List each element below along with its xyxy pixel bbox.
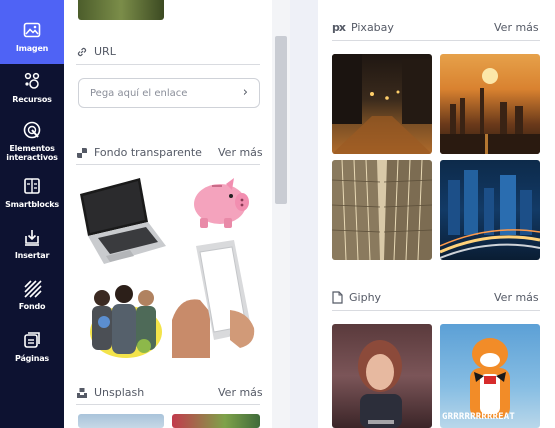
unsplash-image-1[interactable] bbox=[78, 414, 164, 428]
laptop-illustration bbox=[80, 178, 166, 264]
woman-gif-illustration bbox=[358, 340, 402, 428]
panel-scrollbar-thumb[interactable] bbox=[275, 36, 287, 204]
gif-caption: GRRRRRRRRREAT bbox=[442, 412, 516, 422]
street-night-illustration bbox=[332, 54, 432, 154]
smartblocks-icon bbox=[24, 178, 40, 194]
sidebar-item-label: Elementos interactivos bbox=[6, 144, 58, 162]
unsplash-icon bbox=[77, 387, 87, 398]
pixabay-see-more-link[interactable]: Ver más bbox=[494, 21, 539, 34]
unsplash-section-title: Unsplash bbox=[94, 386, 145, 399]
transparent-section-title: Fondo transparente bbox=[94, 146, 202, 159]
divider bbox=[76, 164, 260, 165]
giphy-section-header: Giphy bbox=[332, 291, 381, 304]
url-section-header: URL bbox=[76, 45, 116, 58]
sidebar-item-fondo[interactable]: Fondo bbox=[0, 278, 64, 311]
background-icon bbox=[24, 280, 42, 298]
divider bbox=[332, 310, 540, 311]
giphy-gif-tiger[interactable]: GRRRRRRRRREAT bbox=[440, 324, 540, 428]
panel-separator bbox=[290, 0, 318, 428]
laptop-image[interactable] bbox=[76, 172, 168, 268]
giphy-file-icon bbox=[332, 291, 343, 304]
phone-in-hand-image[interactable] bbox=[170, 240, 260, 360]
sidebar-item-imagen[interactable]: Imagen bbox=[0, 0, 64, 64]
shapes-icon bbox=[24, 72, 40, 89]
cursor-click-icon bbox=[23, 121, 41, 139]
people-illustration bbox=[90, 285, 162, 358]
sidebar-item-label: Insertar bbox=[14, 251, 50, 260]
pixabay-section-title: Pixabay bbox=[350, 21, 394, 34]
piggy-bank-image[interactable] bbox=[186, 174, 252, 232]
giphy-section-title: Giphy bbox=[349, 291, 382, 304]
phone-illustration bbox=[172, 240, 255, 358]
divider bbox=[76, 64, 260, 65]
url-section-title: URL bbox=[94, 45, 116, 58]
giphy-gif-woman[interactable] bbox=[332, 324, 432, 428]
url-input[interactable]: Pega aquí el enlace › bbox=[78, 78, 260, 108]
transparent-section-header: Fondo transparente bbox=[76, 146, 202, 159]
divider bbox=[332, 40, 540, 41]
pixabay-image-city-lights[interactable] bbox=[440, 160, 540, 260]
unsplash-section-header: Unsplash bbox=[76, 386, 144, 399]
sidebar-item-label: Imagen bbox=[15, 44, 49, 53]
pixabay-logo-icon: px bbox=[332, 21, 346, 34]
sidebar-item-elementos-interactivos[interactable]: Elementos interactivos bbox=[0, 120, 64, 162]
piggy-bank-illustration bbox=[194, 178, 249, 228]
sidebar-item-smartblocks[interactable]: Smartblocks bbox=[0, 176, 64, 209]
link-icon bbox=[77, 47, 87, 56]
transparent-bg-icon bbox=[77, 147, 87, 158]
image-icon bbox=[23, 22, 41, 38]
unsplash-see-more-link[interactable]: Ver más bbox=[218, 386, 263, 399]
divider bbox=[76, 404, 260, 405]
unsplash-image-2[interactable] bbox=[172, 414, 260, 428]
sidebar-item-recursos[interactable]: Recursos bbox=[0, 71, 64, 104]
left-sidebar: Imagen Recursos Elementos interactivos S… bbox=[0, 0, 64, 428]
sidebar-item-paginas[interactable]: Páginas bbox=[0, 330, 64, 363]
insert-icon bbox=[25, 230, 39, 246]
pixabay-section-header: px Pixabay bbox=[332, 21, 394, 34]
pages-icon bbox=[24, 332, 40, 348]
chevron-right-icon[interactable]: › bbox=[243, 85, 248, 100]
sidebar-item-label: Smartblocks bbox=[5, 200, 59, 209]
city-sunset-illustration bbox=[440, 68, 540, 154]
transparent-see-more-link[interactable]: Ver más bbox=[218, 146, 263, 159]
pixabay-image-city-sunset[interactable] bbox=[440, 54, 540, 154]
sidebar-item-label: Fondo bbox=[18, 302, 46, 311]
url-input-placeholder: Pega aquí el enlace bbox=[90, 87, 188, 99]
skyscrapers-illustration bbox=[332, 160, 432, 260]
giphy-see-more-link[interactable]: Ver más bbox=[494, 291, 539, 304]
sidebar-item-insertar[interactable]: Insertar bbox=[0, 227, 64, 260]
people-group-image[interactable] bbox=[82, 276, 164, 360]
city-lights-illustration bbox=[440, 170, 540, 259]
cropped-image-thumbnail[interactable] bbox=[78, 0, 164, 20]
app-root: Imagen Recursos Elementos interactivos S… bbox=[0, 0, 555, 428]
pixabay-image-skyscrapers[interactable] bbox=[332, 160, 432, 260]
pixabay-image-street-night[interactable] bbox=[332, 54, 432, 154]
sidebar-item-label: Recursos bbox=[12, 95, 52, 104]
sidebar-item-label: Páginas bbox=[15, 354, 49, 363]
